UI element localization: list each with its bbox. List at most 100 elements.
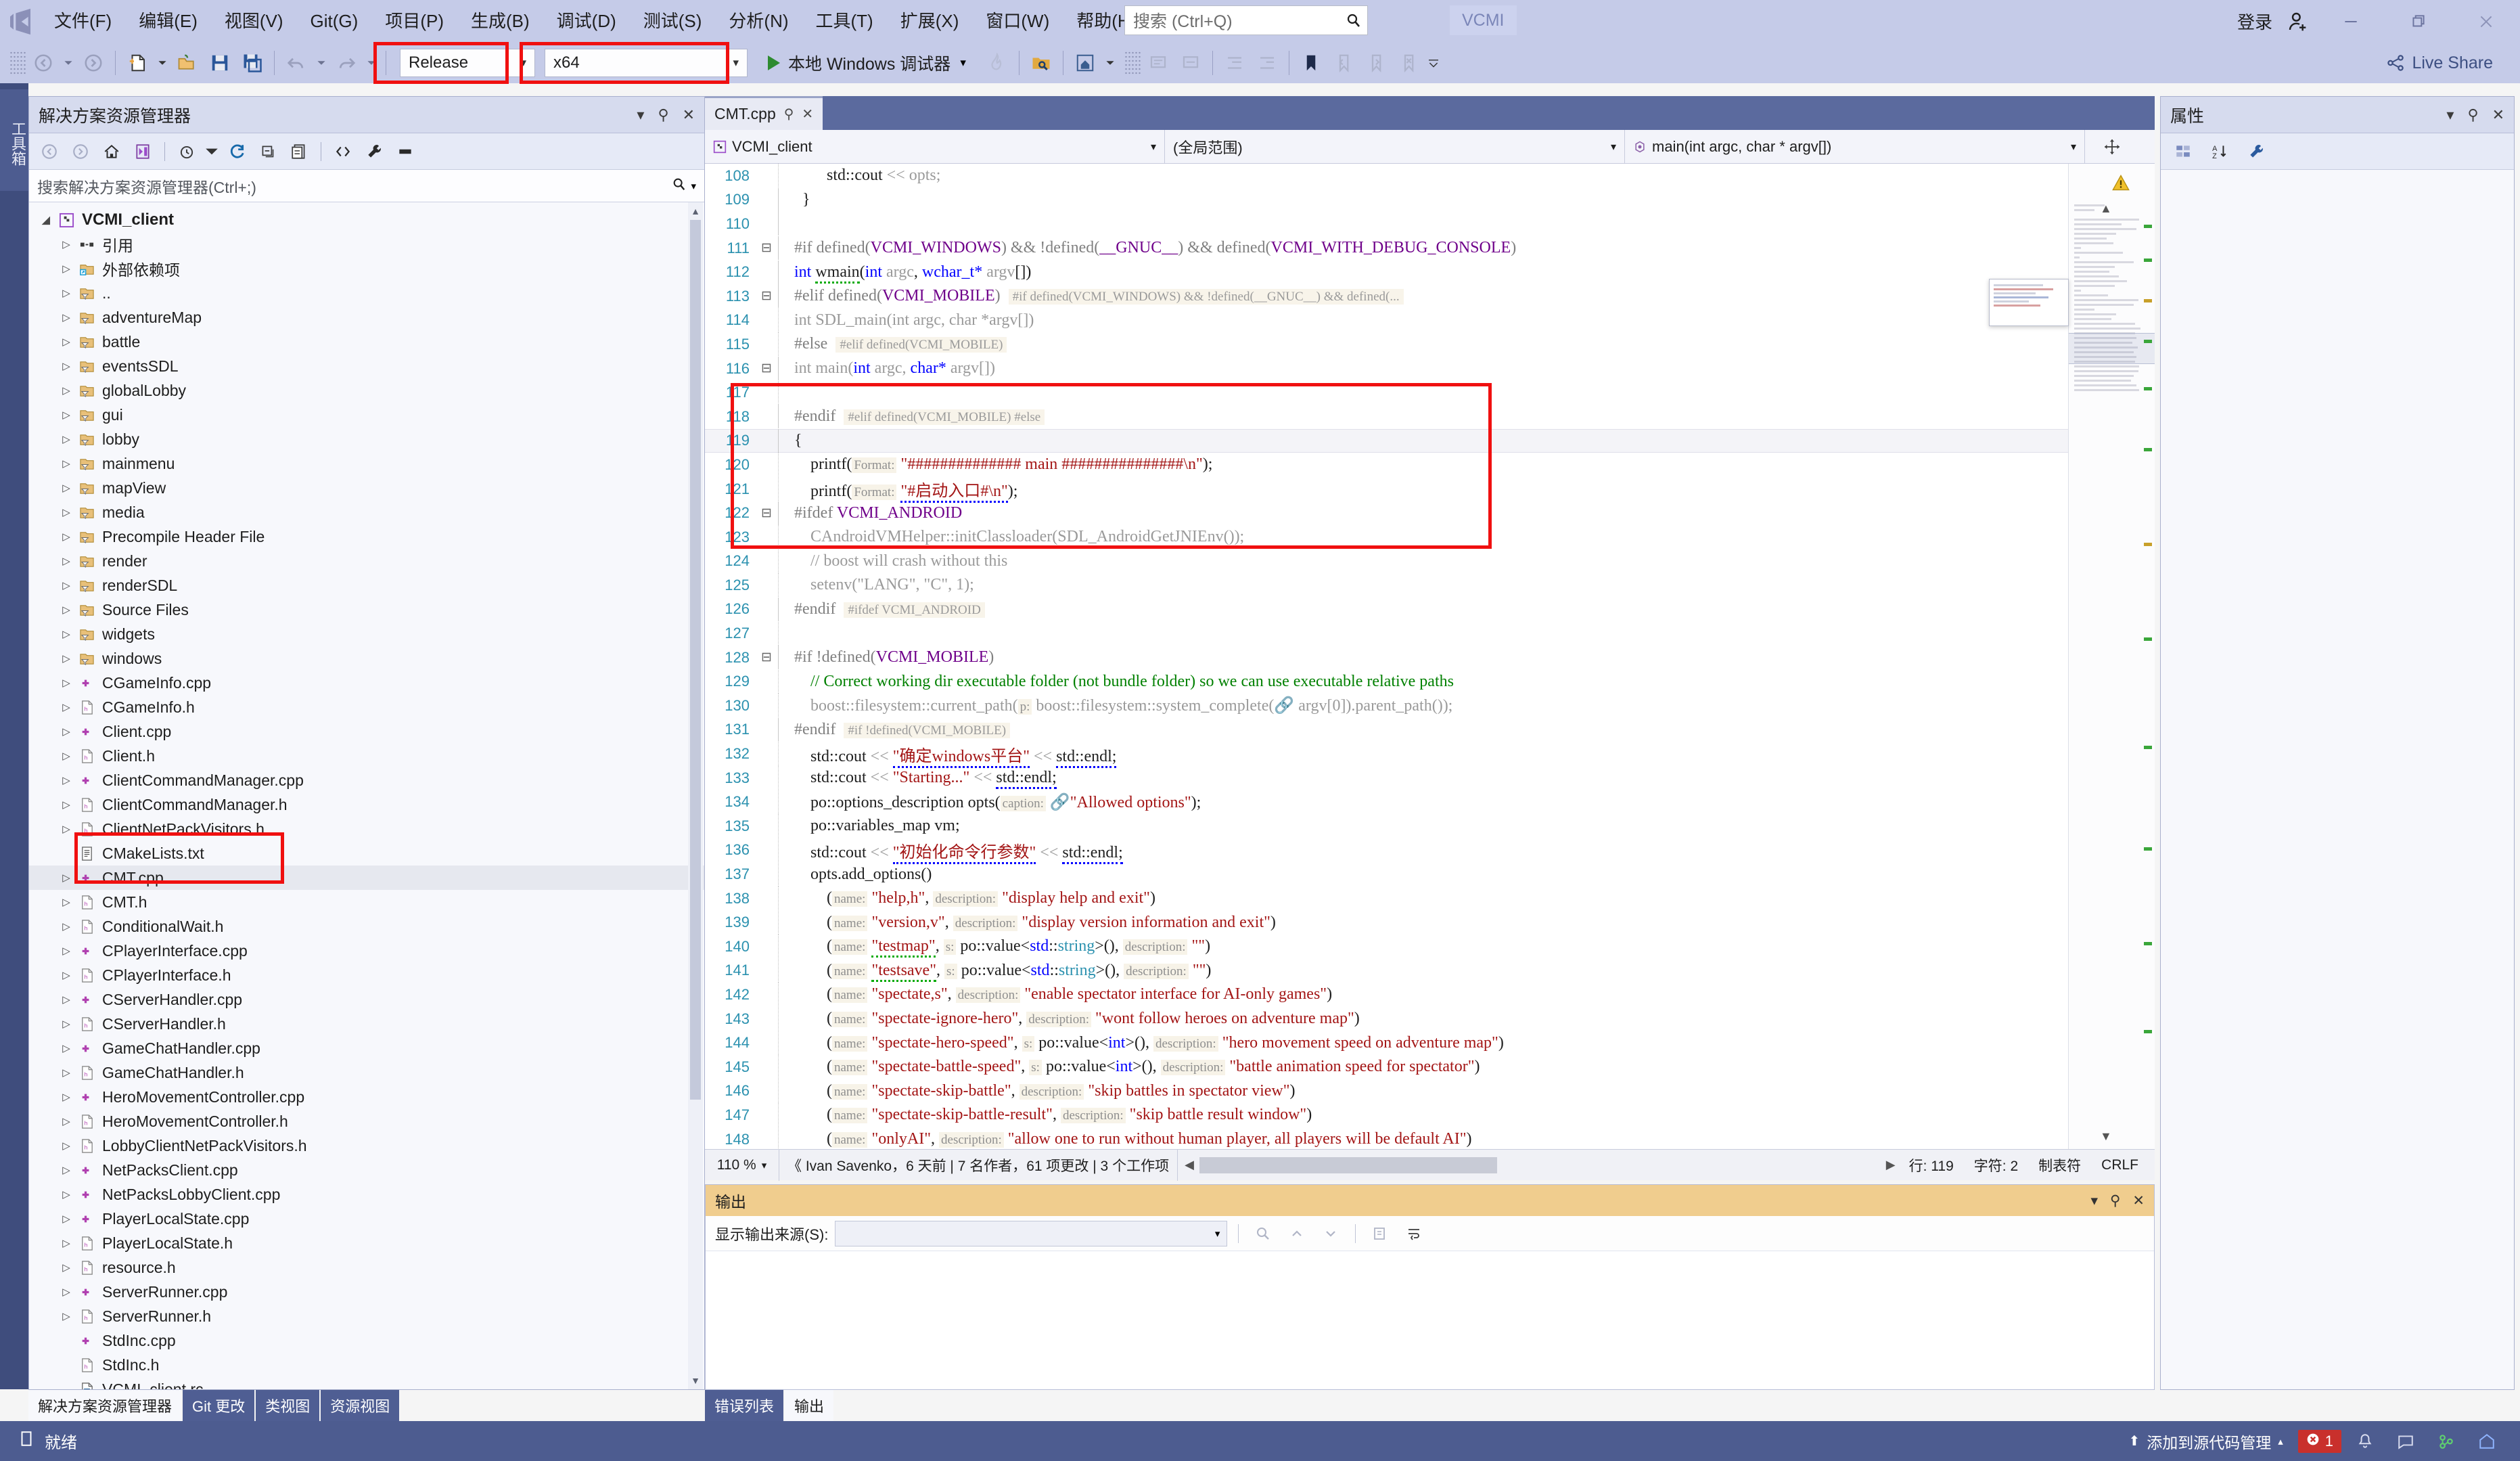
tree-item[interactable]: ▷ h CPlayerInterface.h: [29, 963, 704, 987]
fold-toggle-icon[interactable]: ⊟: [758, 361, 775, 376]
code-line[interactable]: 126 #endif #ifdef VCMI_ANDROID: [705, 597, 2155, 622]
tree-item[interactable]: ▷ h GameChatHandler.h: [29, 1060, 704, 1085]
dock-tab-output[interactable]: 输出: [785, 1390, 834, 1421]
code-line[interactable]: 127: [705, 621, 2155, 646]
scroll-right-icon[interactable]: ▶: [1886, 1158, 1902, 1172]
tree-item[interactable]: ▷ windows: [29, 646, 704, 671]
code-line[interactable]: 111 ⊟ #if defined(VCMI_WINDOWS) && !define…: [705, 236, 2155, 261]
global-search-box[interactable]: 搜索 (Ctrl+Q): [1124, 5, 1368, 35]
menu-item-file[interactable]: 文件(F): [41, 0, 125, 43]
menu-item-extensions[interactable]: 扩展(X): [887, 0, 973, 43]
code-line[interactable]: 112 int wmain(int argc, wchar_t* argv[]): [705, 260, 2155, 284]
scroll-down-icon[interactable]: ▼: [2100, 1129, 2112, 1144]
new-project-dropdown-icon[interactable]: [154, 47, 171, 79]
restore-button[interactable]: [2385, 0, 2452, 43]
code-line[interactable]: 124 // boost will crash without this: [705, 549, 2155, 574]
tree-item[interactable]: ▷ renderSDL: [29, 573, 704, 598]
show-all-files-icon[interactable]: [285, 138, 313, 165]
toolbar-grip-handle[interactable]: [1124, 51, 1142, 75]
tree-expander-icon[interactable]: ▷: [58, 1188, 75, 1200]
panel-dropdown-icon[interactable]: ▾: [2090, 1192, 2098, 1209]
tree-expander-icon[interactable]: ▷: [58, 652, 75, 665]
dock-tab-error-list[interactable]: 错误列表: [705, 1390, 784, 1421]
start-debugging-button[interactable]: 本地 Windows 调试器 ▾: [762, 51, 971, 75]
tree-expander-icon[interactable]: ▷: [58, 945, 75, 957]
forward-icon[interactable]: [67, 138, 94, 165]
code-line[interactable]: 109 }: [705, 187, 2155, 212]
menu-item-project[interactable]: 项目(P): [371, 0, 457, 43]
tree-item[interactable]: ▷ CMT.cpp: [29, 866, 704, 890]
code-lines[interactable]: 108 std::cout << opts; 109 } 110 111 ⊟ #if de…: [705, 164, 2155, 1149]
decrease-indent-icon[interactable]: [1218, 47, 1251, 79]
code-line[interactable]: 138 (name: "help,h", description: "displ…: [705, 886, 2155, 911]
tree-item[interactable]: ▷ ServerRunner.cpp: [29, 1280, 704, 1304]
toggle-bookmark-icon[interactable]: [1295, 47, 1327, 79]
properties-wrench-icon[interactable]: [361, 138, 388, 165]
tree-item[interactable]: ▷ gui: [29, 403, 704, 427]
code-line[interactable]: 136 std::cout << "初始化命令行参数" << std::endl…: [705, 838, 2155, 864]
fold-toggle-icon[interactable]: ⊟: [758, 240, 775, 256]
code-line[interactable]: 123 CAndroidVMHelper::initClassloader(SD…: [705, 525, 2155, 549]
tree-item[interactable]: ▷ 外部依赖项: [29, 256, 704, 281]
hot-reload-icon[interactable]: [981, 47, 1013, 79]
categorized-view-icon[interactable]: [2169, 138, 2197, 165]
split-view-icon[interactable]: [2085, 130, 2139, 163]
pin-icon[interactable]: ⚲: [2110, 1192, 2120, 1209]
tree-expander-icon[interactable]: ▷: [58, 506, 75, 518]
feedback-icon[interactable]: [2389, 1433, 2423, 1450]
code-line[interactable]: 120 printf(Format: "############## main …: [705, 453, 2155, 477]
menu-item-analyze[interactable]: 分析(N): [715, 0, 802, 43]
clear-bookmarks-icon[interactable]: [1392, 47, 1425, 79]
open-file-icon[interactable]: [171, 47, 204, 79]
panel-dropdown-icon[interactable]: ▾: [2446, 106, 2454, 124]
output-text-area[interactable]: [706, 1251, 2154, 1389]
code-line[interactable]: 122 ⊟ #ifdef VCMI_ANDROID: [705, 501, 2155, 525]
code-line[interactable]: 146 (name: "spectate-skip-battle", descr…: [705, 1079, 2155, 1104]
tree-expander-icon[interactable]: ▷: [58, 774, 75, 786]
code-line[interactable]: 117: [705, 380, 2155, 405]
redo-icon[interactable]: [330, 47, 363, 79]
tree-expander-icon[interactable]: ▷: [58, 969, 75, 981]
tree-item[interactable]: ▷ NetPacksLobbyClient.cpp: [29, 1182, 704, 1207]
tree-expander-icon[interactable]: ▷: [58, 1066, 75, 1079]
code-line[interactable]: 121 printf(Format: "#启动入口#\n");: [705, 477, 2155, 503]
preview-selected-items-icon[interactable]: [392, 138, 419, 165]
tree-expander-icon[interactable]: ▷: [58, 1213, 75, 1225]
go-to-next-message-icon[interactable]: [1317, 1221, 1344, 1246]
warning-icon[interactable]: [2111, 173, 2130, 196]
code-line[interactable]: 137 opts.add_options(): [705, 862, 2155, 886]
tree-expander-icon[interactable]: ▷: [58, 1018, 75, 1030]
tree-expander-icon[interactable]: ▷: [58, 1261, 75, 1274]
tree-item[interactable]: ▷ HeroMovementController.cpp: [29, 1085, 704, 1109]
tree-item[interactable]: ▷ mainmenu: [29, 451, 704, 476]
close-icon[interactable]: ✕: [2492, 106, 2504, 124]
solution-explorer-dropdown-icon[interactable]: [1101, 47, 1119, 79]
tree-item[interactable]: ▷ h LobbyClientNetPackVisitors.h: [29, 1133, 704, 1158]
tree-expander-icon[interactable]: ▷: [58, 1091, 75, 1103]
code-line[interactable]: 116 ⊟ int main(int argc, char* argv[]): [705, 357, 2155, 381]
next-bookmark-icon[interactable]: [1360, 47, 1392, 79]
clear-all-icon[interactable]: [1367, 1221, 1394, 1246]
code-line[interactable]: 142 (name: "spectate,s", description: "e…: [705, 983, 2155, 1007]
live-share-label[interactable]: Live Share: [2412, 53, 2493, 73]
tree-item[interactable]: ▷ h HeroMovementController.h: [29, 1109, 704, 1133]
code-line[interactable]: 147 (name: "spectate-skip-battle-result"…: [705, 1103, 2155, 1127]
code-line[interactable]: 128 ⊟ #if !defined(VCMI_MOBILE): [705, 646, 2155, 670]
chevron-down-icon[interactable]: [204, 138, 219, 165]
code-line[interactable]: 110: [705, 212, 2155, 236]
tree-expander-icon[interactable]: ▷: [58, 896, 75, 908]
tree-expander-icon[interactable]: ▷: [58, 1237, 75, 1249]
comment-selection-icon[interactable]: [1142, 47, 1174, 79]
tree-expander-icon[interactable]: ▷: [58, 409, 75, 421]
tree-expander-icon[interactable]: ▷: [58, 433, 75, 445]
tree-expander-icon[interactable]: ▷: [58, 725, 75, 738]
tree-item[interactable]: ▷ h CGameInfo.h: [29, 695, 704, 719]
code-line[interactable]: 135 po::variables_map vm;: [705, 814, 2155, 838]
menu-item-debug[interactable]: 调试(D): [543, 0, 630, 43]
tree-item[interactable]: ▷ NetPacksClient.cpp: [29, 1158, 704, 1182]
code-line[interactable]: 125 setenv("LANG", "C", 1);: [705, 573, 2155, 598]
tree-item[interactable]: ▷ lobby: [29, 427, 704, 451]
horizontal-scrollbar-thumb[interactable]: [1199, 1156, 1497, 1173]
tree-expander-icon[interactable]: ▷: [58, 799, 75, 811]
editor-tab-cmt-cpp[interactable]: CMT.cpp ⚲ ✕: [705, 96, 823, 130]
